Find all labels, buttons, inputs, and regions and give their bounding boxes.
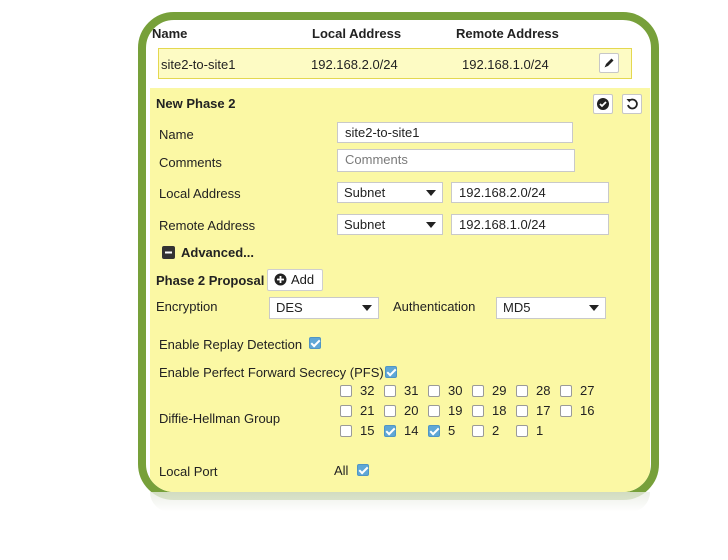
dh-group-checkbox-32[interactable] (340, 385, 352, 397)
pencil-icon (604, 58, 614, 68)
phase2-proposal-label: Phase 2 Proposal (156, 273, 265, 288)
local-address-type-value: Subnet (344, 185, 386, 200)
dh-group-label-21: 21 (360, 403, 375, 418)
dh-group-checkbox-2[interactable] (472, 425, 484, 437)
dh-group-label-16: 16 (580, 403, 595, 418)
advanced-label: Advanced... (181, 245, 254, 260)
save-button[interactable] (593, 94, 613, 114)
dh-group-checkbox-19[interactable] (428, 405, 440, 417)
form-title: New Phase 2 (156, 96, 236, 111)
replay-detection-checkbox[interactable] (309, 337, 321, 349)
chevron-down-icon (362, 305, 372, 311)
chevron-down-icon (589, 305, 599, 311)
authentication-select[interactable]: MD5 (496, 297, 606, 319)
dh-group-label-30: 30 (448, 383, 463, 398)
dh-group-label-17: 17 (536, 403, 551, 418)
chevron-down-icon (426, 190, 436, 196)
remote-address-type-select[interactable]: Subnet (337, 214, 443, 235)
dh-group-checkbox-21[interactable] (340, 405, 352, 417)
dh-group-label: Diffie-Hellman Group (159, 411, 281, 426)
remote-address-label: Remote Address (159, 218, 256, 233)
col-header-remote-address[interactable]: Remote Address (456, 26, 559, 41)
authentication-value: MD5 (503, 300, 531, 315)
dh-group-checkbox-27[interactable] (560, 385, 572, 397)
dh-group-label-5: 5 (448, 423, 456, 438)
dh-group-label-28: 28 (536, 383, 551, 398)
encryption-value: DES (276, 300, 303, 315)
dh-group-checkbox-29[interactable] (472, 385, 484, 397)
col-header-local-address[interactable]: Local Address (312, 26, 401, 41)
dh-group-label-31: 31 (404, 383, 419, 398)
dh-group-label-19: 19 (448, 403, 463, 418)
local-port-all-label: All (334, 463, 349, 478)
local-address-input[interactable]: 192.168.2.0/24 (451, 182, 609, 203)
remote-address-type-value: Subnet (344, 217, 386, 232)
authentication-label: Authentication (393, 299, 476, 314)
remote-address-input[interactable]: 192.168.1.0/24 (451, 214, 609, 235)
add-label: Add (291, 272, 315, 287)
replay-detection-label: Enable Replay Detection (159, 337, 303, 352)
encryption-label: Encryption (156, 299, 218, 314)
reflection (150, 492, 650, 512)
dh-group-label-15: 15 (360, 423, 375, 438)
name-label: Name (159, 127, 194, 142)
phase2-edit-form: New Phase 2 Name site2-to-site1 Comments… (150, 88, 650, 492)
undo-icon (626, 98, 638, 110)
dh-group-checkbox-18[interactable] (472, 405, 484, 417)
comments-label: Comments (159, 155, 222, 170)
dh-group-label-29: 29 (492, 383, 507, 398)
dh-group-label-27: 27 (580, 383, 595, 398)
dh-group-checkbox-20[interactable] (384, 405, 396, 417)
dh-group-label-14: 14 (404, 423, 419, 438)
reset-button[interactable] (622, 94, 642, 114)
row-remote-address: 192.168.1.0/24 (462, 57, 549, 72)
dh-group-grid: 32 31 30 29 28 27 21 20 19 18 17 16 15 14 5 2 1 (340, 383, 640, 453)
local-port-all-checkbox[interactable] (357, 464, 369, 476)
chevron-down-icon (426, 222, 436, 228)
dh-group-checkbox-31[interactable] (384, 385, 396, 397)
dh-group-label-32: 32 (360, 383, 375, 398)
ipsec-phase2-panel: Name Local Address Remote Address site2-… (138, 12, 659, 500)
minus-square-icon (162, 246, 175, 259)
col-header-name[interactable]: Name (152, 26, 187, 41)
pfs-label: Enable Perfect Forward Secrecy (PFS) (159, 365, 384, 380)
dh-group-checkbox-14[interactable] (384, 425, 396, 437)
edit-button[interactable] (599, 53, 619, 73)
dh-group-label-20: 20 (404, 403, 419, 418)
comments-textarea[interactable]: Comments (337, 149, 575, 172)
dh-group-checkbox-1[interactable] (516, 425, 528, 437)
row-name: site2-to-site1 (161, 57, 236, 72)
dh-group-checkbox-28[interactable] (516, 385, 528, 397)
local-port-label: Local Port (159, 464, 218, 479)
dh-group-label-2: 2 (492, 423, 500, 438)
dh-group-checkbox-15[interactable] (340, 425, 352, 437)
local-address-type-select[interactable]: Subnet (337, 182, 443, 203)
dh-group-checkbox-30[interactable] (428, 385, 440, 397)
dh-group-label-1: 1 (536, 423, 544, 438)
add-proposal-button[interactable]: Add (267, 269, 324, 291)
plus-circle-icon (274, 273, 287, 286)
check-circle-icon (597, 98, 609, 110)
dh-group-checkbox-16[interactable] (560, 405, 572, 417)
row-local-address: 192.168.2.0/24 (311, 57, 398, 72)
local-address-label: Local Address (159, 186, 241, 201)
dh-group-label-18: 18 (492, 403, 507, 418)
encryption-select[interactable]: DES (269, 297, 379, 319)
table-row[interactable]: site2-to-site1 192.168.2.0/24 192.168.1.… (158, 48, 632, 79)
name-input[interactable]: site2-to-site1 (337, 122, 573, 143)
pfs-checkbox[interactable] (385, 366, 397, 378)
dh-group-checkbox-17[interactable] (516, 405, 528, 417)
dh-group-checkbox-5[interactable] (428, 425, 440, 437)
